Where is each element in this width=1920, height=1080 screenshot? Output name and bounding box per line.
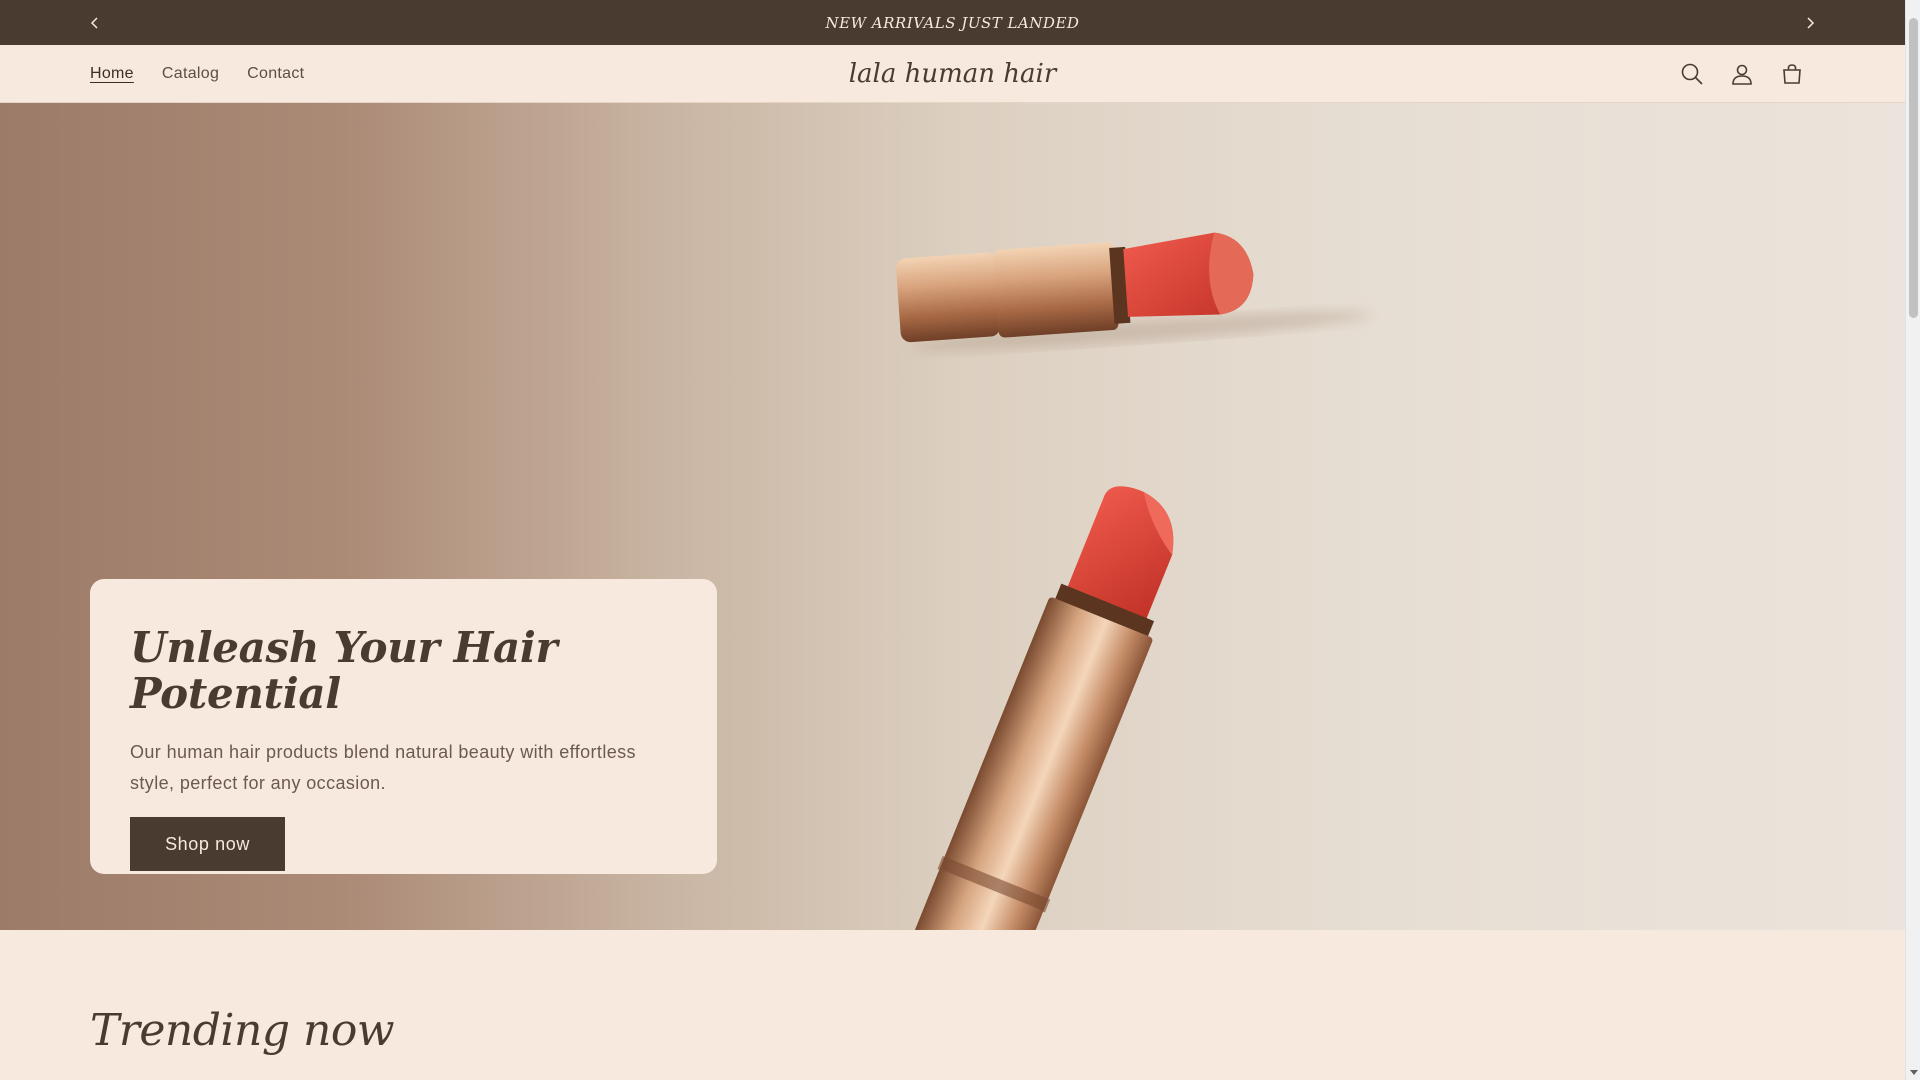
triangle-down-icon bbox=[1909, 1069, 1918, 1075]
announcement-text: NEW ARRIVALS JUST LANDED bbox=[825, 13, 1080, 32]
announcement-prev-button[interactable] bbox=[75, 0, 115, 45]
main-nav: Home Catalog Contact bbox=[90, 45, 332, 103]
search-button[interactable] bbox=[1670, 52, 1714, 96]
site-header: Home Catalog Contact lala human hair bbox=[0, 45, 1905, 103]
site-logo[interactable]: lala human hair bbox=[849, 59, 1057, 89]
scroll-down-button[interactable] bbox=[1906, 1065, 1920, 1080]
trending-title: Trending now bbox=[90, 1005, 394, 1056]
nav-catalog-link[interactable]: Catalog bbox=[162, 65, 219, 83]
shop-now-button[interactable]: Shop now bbox=[130, 817, 285, 872]
chevron-right-icon bbox=[1807, 16, 1815, 29]
scrollbar-thumb[interactable] bbox=[1909, 18, 1918, 318]
hero-title: Unleash Your Hair Potential bbox=[130, 623, 558, 719]
nav-home-link[interactable]: Home bbox=[90, 65, 134, 83]
page-scrollbar[interactable] bbox=[1905, 0, 1920, 1080]
announcement-bar: NEW ARRIVALS JUST LANDED bbox=[0, 0, 1905, 45]
hero-card: Unleash Your Hair Potential Our human ha… bbox=[90, 579, 717, 874]
trending-section: Trending now bbox=[0, 930, 1905, 1080]
cart-icon bbox=[1783, 64, 1801, 84]
header-icons bbox=[1670, 45, 1820, 103]
search-icon bbox=[1681, 63, 1703, 85]
account-button[interactable] bbox=[1720, 52, 1764, 96]
chevron-left-icon bbox=[90, 16, 98, 29]
hero-banner: Unleash Your Hair Potential Our human ha… bbox=[0, 103, 1905, 930]
hero-subtitle: Our human hair products blend natural be… bbox=[130, 742, 636, 794]
cart-button[interactable] bbox=[1770, 52, 1814, 96]
nav-contact-link[interactable]: Contact bbox=[247, 65, 304, 83]
account-icon bbox=[1732, 64, 1752, 85]
announcement-next-button[interactable] bbox=[1790, 0, 1830, 45]
